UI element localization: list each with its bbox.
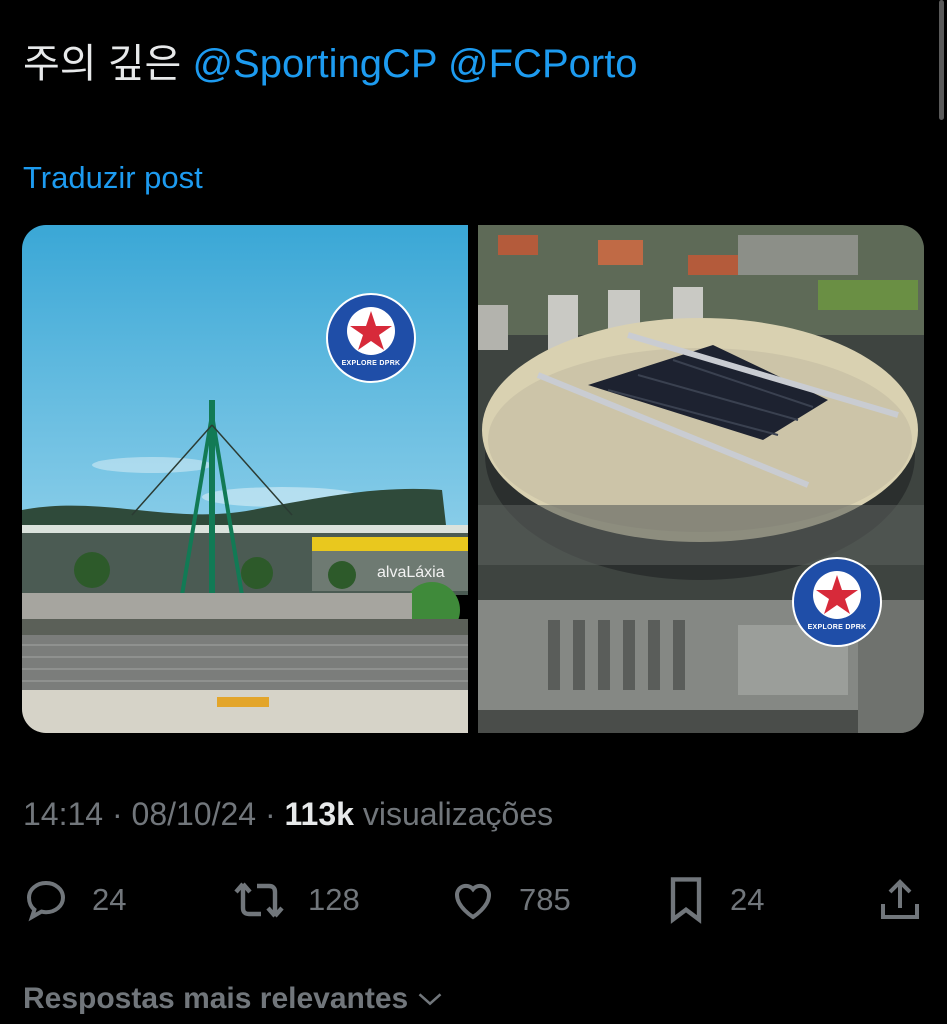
- reply-button[interactable]: 24: [22, 870, 126, 930]
- bookmark-icon: [670, 877, 702, 924]
- tweet-time[interactable]: 14:14: [23, 796, 103, 832]
- views-label: visualizações: [362, 796, 554, 832]
- chevron-down-icon: [418, 993, 442, 1006]
- tweet-meta: 14:14 · 08/10/24 · 113k visualizações: [23, 794, 553, 834]
- share-button[interactable]: [876, 870, 924, 930]
- like-button[interactable]: 785: [449, 870, 571, 930]
- retweet-icon: [234, 882, 284, 918]
- explore-dprk-logo-right: EXPLORE DPRK: [792, 557, 882, 647]
- mention-sportingcp[interactable]: @SportingCP: [192, 42, 436, 86]
- bookmark-count: 24: [730, 882, 765, 917]
- badge-text-right: EXPLORE DPRK: [807, 624, 867, 631]
- like-icon: [454, 883, 492, 920]
- view-count: 113k: [284, 796, 354, 832]
- translate-post-link[interactable]: Traduzir post: [23, 158, 203, 198]
- left-sign-text: alvaLáxia: [377, 564, 445, 581]
- reply-count: 24: [92, 882, 127, 917]
- mention-fcporto[interactable]: @FCPorto: [448, 42, 638, 86]
- photo-porto-stadium[interactable]: EXPLORE DPRK: [478, 225, 924, 733]
- action-bar: 24 128 785 24: [0, 870, 947, 930]
- star-icon: [347, 307, 395, 355]
- bookmark-button[interactable]: 24: [664, 870, 764, 930]
- meta-separator: ·: [111, 796, 123, 832]
- tweet-text: 주의 깊은 @SportingCP @FCPorto: [23, 40, 638, 88]
- replies-sort-dropdown[interactable]: Respostas mais relevantes: [23, 982, 444, 1016]
- tweet-text-prefix: 주의 깊은: [23, 42, 182, 86]
- photo-sporting-stadium[interactable]: alvaLáxia EXPLORE DPRK: [22, 225, 468, 733]
- replies-sort-label: Respostas mais relevantes: [23, 982, 409, 1015]
- like-count: 785: [519, 882, 571, 917]
- scrollbar[interactable]: [939, 0, 944, 120]
- share-icon: [881, 879, 919, 919]
- badge-text-left: EXPLORE DPRK: [341, 360, 401, 367]
- explore-dprk-logo-left: EXPLORE DPRK: [326, 293, 416, 383]
- tweet-date[interactable]: 08/10/24: [132, 796, 257, 832]
- star-icon: [813, 571, 861, 619]
- retweet-button[interactable]: 128: [232, 870, 360, 930]
- media-grid: alvaLáxia EXPLORE DPRK EXPLORE DPRK: [22, 225, 924, 733]
- meta-separator: ·: [264, 796, 276, 832]
- retweet-count: 128: [308, 882, 360, 917]
- reply-icon: [26, 880, 66, 922]
